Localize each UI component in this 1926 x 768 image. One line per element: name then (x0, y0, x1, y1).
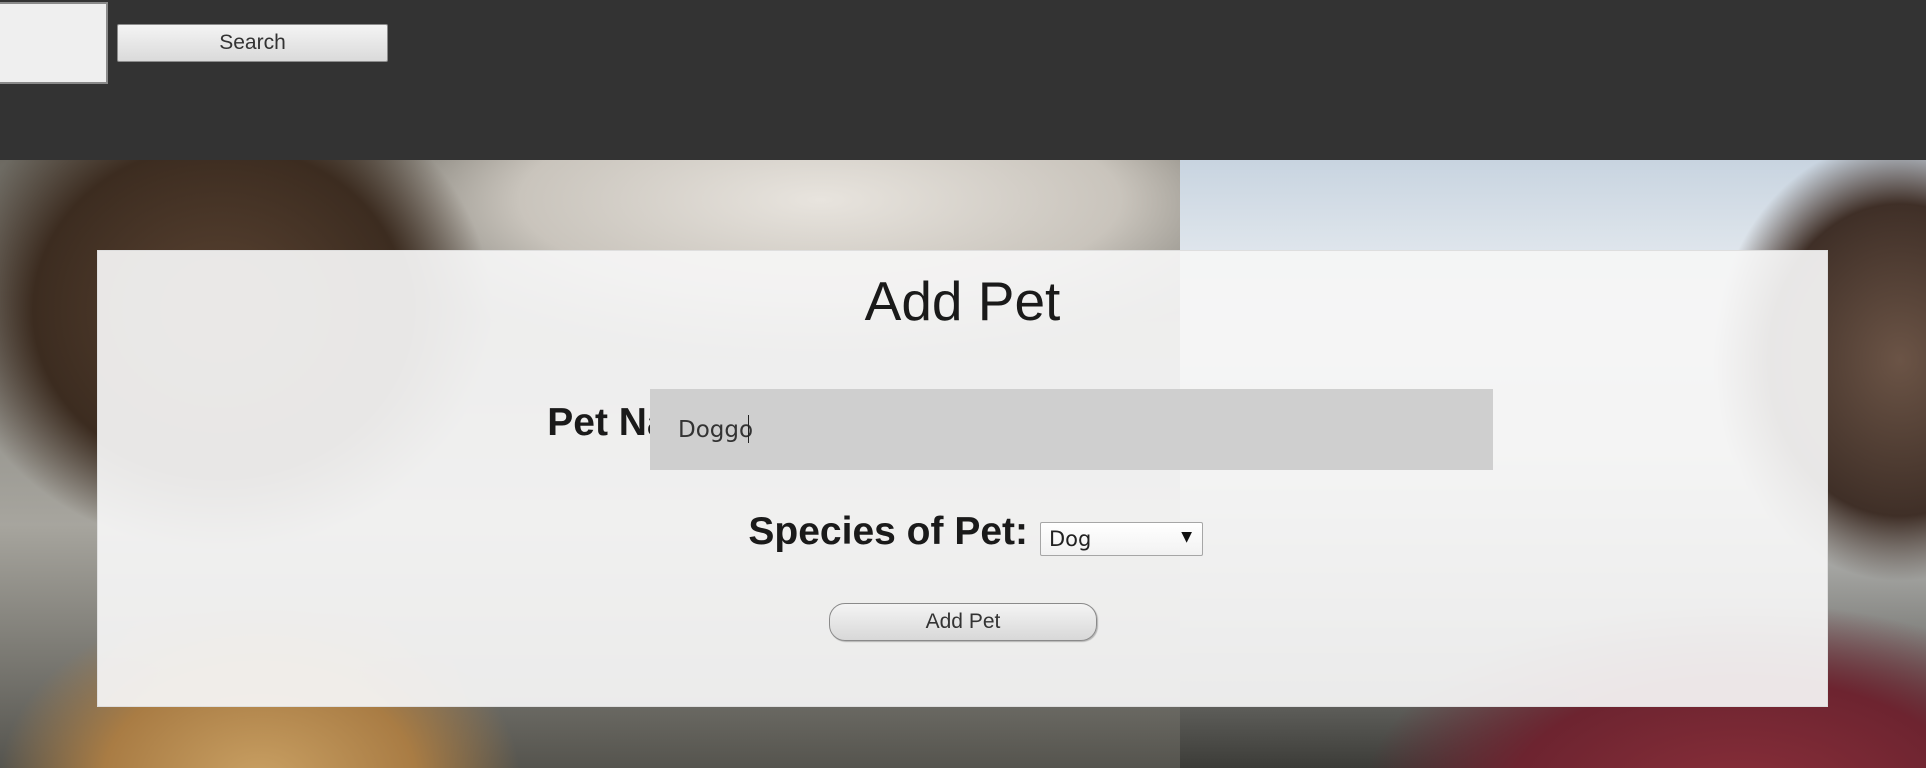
search-button[interactable]: Search (117, 24, 388, 62)
search-input[interactable] (0, 2, 108, 84)
hero-background: Add Pet Pet Name: Species of Pet: Dog ▼ … (0, 160, 1926, 768)
add-pet-form: Add Pet Pet Name: Species of Pet: Dog ▼ … (97, 250, 1828, 707)
species-label: Species of Pet: (748, 510, 1028, 553)
top-bar: Search (0, 0, 1926, 160)
pet-name-input[interactable] (650, 389, 1493, 470)
text-caret (748, 415, 749, 443)
species-select[interactable]: Dog ▼ (1040, 522, 1203, 556)
species-selected-value: Dog (1049, 527, 1092, 551)
page-title: Add Pet (864, 270, 1061, 332)
dropdown-arrow-icon: ▼ (1181, 529, 1192, 545)
add-pet-button[interactable]: Add Pet (829, 603, 1097, 641)
